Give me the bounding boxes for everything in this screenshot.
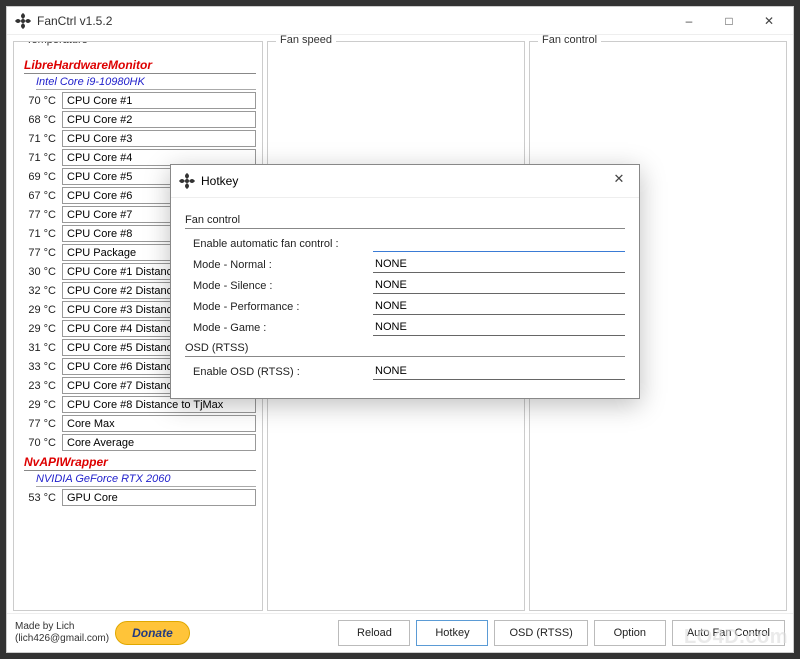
temperature-value: 53 °C bbox=[20, 492, 58, 504]
dialog-app-icon bbox=[179, 173, 195, 189]
temperature-value: 71 °C bbox=[20, 133, 58, 145]
temperature-row: 68 °C CPU Core #2 bbox=[20, 111, 256, 128]
temperature-value: 32 °C bbox=[20, 285, 58, 297]
hotkey-label: Enable OSD (RTSS) : bbox=[193, 366, 373, 378]
temperature-value: 71 °C bbox=[20, 152, 58, 164]
temperature-value: 29 °C bbox=[20, 304, 58, 316]
hotkey-row: Enable automatic fan control : bbox=[193, 235, 625, 252]
hotkey-input[interactable] bbox=[373, 298, 625, 315]
temperature-name-input[interactable]: Core Average bbox=[62, 434, 256, 451]
temperature-value: 70 °C bbox=[20, 95, 58, 107]
temperature-value: 68 °C bbox=[20, 114, 58, 126]
temperature-value: 77 °C bbox=[20, 418, 58, 430]
hotkey-input[interactable] bbox=[373, 256, 625, 273]
dialog-titlebar: Hotkey ✕ bbox=[171, 165, 639, 198]
temperature-value: 23 °C bbox=[20, 380, 58, 392]
temperature-name-input[interactable]: CPU Core #1 bbox=[62, 92, 256, 109]
temperature-value: 33 °C bbox=[20, 361, 58, 373]
sensor-device-header: NVIDIA GeForce RTX 2060 bbox=[36, 473, 256, 487]
credit-line-1: Made by Lich bbox=[15, 621, 109, 633]
temperature-row: 77 °C Core Max bbox=[20, 415, 256, 432]
temperature-name-input[interactable]: CPU Core #2 bbox=[62, 111, 256, 128]
temperature-value: 77 °C bbox=[20, 209, 58, 221]
temperature-value: 29 °C bbox=[20, 323, 58, 335]
temperature-value: 67 °C bbox=[20, 190, 58, 202]
dialog-body: Fan control Enable automatic fan control… bbox=[171, 198, 639, 398]
auto-fan-control-button[interactable]: Auto Fan Control bbox=[672, 620, 785, 646]
hotkey-label: Mode - Silence : bbox=[193, 280, 373, 292]
hotkey-input[interactable] bbox=[373, 319, 625, 336]
donate-button[interactable]: Donate bbox=[115, 621, 190, 645]
osd-button[interactable]: OSD (RTSS) bbox=[494, 620, 587, 646]
fan-speed-legend: Fan speed bbox=[276, 35, 336, 46]
sensor-group-header: NvAPIWrapper bbox=[24, 455, 256, 471]
temperature-legend: Temperature bbox=[22, 41, 92, 46]
window-controls: – □ ✕ bbox=[669, 8, 789, 34]
hotkey-input[interactable] bbox=[373, 235, 625, 252]
footer: Made by Lich (lich426@gmail.com) Donate … bbox=[7, 613, 793, 652]
hotkey-row: Enable OSD (RTSS) : bbox=[193, 363, 625, 380]
hotkey-row: Mode - Performance : bbox=[193, 298, 625, 315]
temperature-value: 29 °C bbox=[20, 399, 58, 411]
temperature-value: 71 °C bbox=[20, 228, 58, 240]
hotkey-row: Mode - Game : bbox=[193, 319, 625, 336]
temperature-name-input[interactable]: CPU Core #3 bbox=[62, 130, 256, 147]
temperature-row: 71 °C CPU Core #3 bbox=[20, 130, 256, 147]
hotkey-label: Mode - Normal : bbox=[193, 259, 373, 271]
credit-line-2: (lich426@gmail.com) bbox=[15, 633, 109, 645]
app-icon bbox=[15, 13, 31, 29]
hotkey-input[interactable] bbox=[373, 277, 625, 294]
temperature-value: 77 °C bbox=[20, 247, 58, 259]
maximize-button[interactable]: □ bbox=[709, 8, 749, 34]
hotkey-button[interactable]: Hotkey bbox=[416, 620, 488, 646]
hotkey-label: Enable automatic fan control : bbox=[193, 238, 373, 250]
temperature-value: 30 °C bbox=[20, 266, 58, 278]
hotkey-dialog: Hotkey ✕ Fan control Enable automatic fa… bbox=[170, 164, 640, 399]
option-button[interactable]: Option bbox=[594, 620, 666, 646]
credits: Made by Lich (lich426@gmail.com) bbox=[15, 621, 109, 645]
dialog-section-fan-control: Fan control bbox=[185, 214, 625, 229]
temperature-name-input[interactable]: GPU Core bbox=[62, 489, 256, 506]
fan-control-legend: Fan control bbox=[538, 35, 601, 46]
dialog-title: Hotkey bbox=[201, 174, 605, 188]
temperature-row: 70 °C Core Average bbox=[20, 434, 256, 451]
temperature-row: 70 °C CPU Core #1 bbox=[20, 92, 256, 109]
close-button[interactable]: ✕ bbox=[749, 8, 789, 34]
titlebar: FanCtrl v1.5.2 – □ ✕ bbox=[7, 7, 793, 35]
hotkey-row: Mode - Normal : bbox=[193, 256, 625, 273]
reload-button[interactable]: Reload bbox=[338, 620, 410, 646]
temperature-name-input[interactable]: Core Max bbox=[62, 415, 256, 432]
window-title: FanCtrl v1.5.2 bbox=[37, 14, 669, 28]
minimize-button[interactable]: – bbox=[669, 8, 709, 34]
hotkey-label: Mode - Performance : bbox=[193, 301, 373, 313]
temperature-value: 70 °C bbox=[20, 437, 58, 449]
hotkey-row: Mode - Silence : bbox=[193, 277, 625, 294]
dialog-section-osd: OSD (RTSS) bbox=[185, 342, 625, 357]
hotkey-label: Mode - Game : bbox=[193, 322, 373, 334]
dialog-close-button[interactable]: ✕ bbox=[605, 171, 633, 191]
sensor-group-header: LibreHardwareMonitor bbox=[24, 58, 256, 74]
hotkey-input[interactable] bbox=[373, 363, 625, 380]
temperature-value: 31 °C bbox=[20, 342, 58, 354]
sensor-device-header: Intel Core i9-10980HK bbox=[36, 76, 256, 90]
temperature-row: 53 °C GPU Core bbox=[20, 489, 256, 506]
temperature-value: 69 °C bbox=[20, 171, 58, 183]
